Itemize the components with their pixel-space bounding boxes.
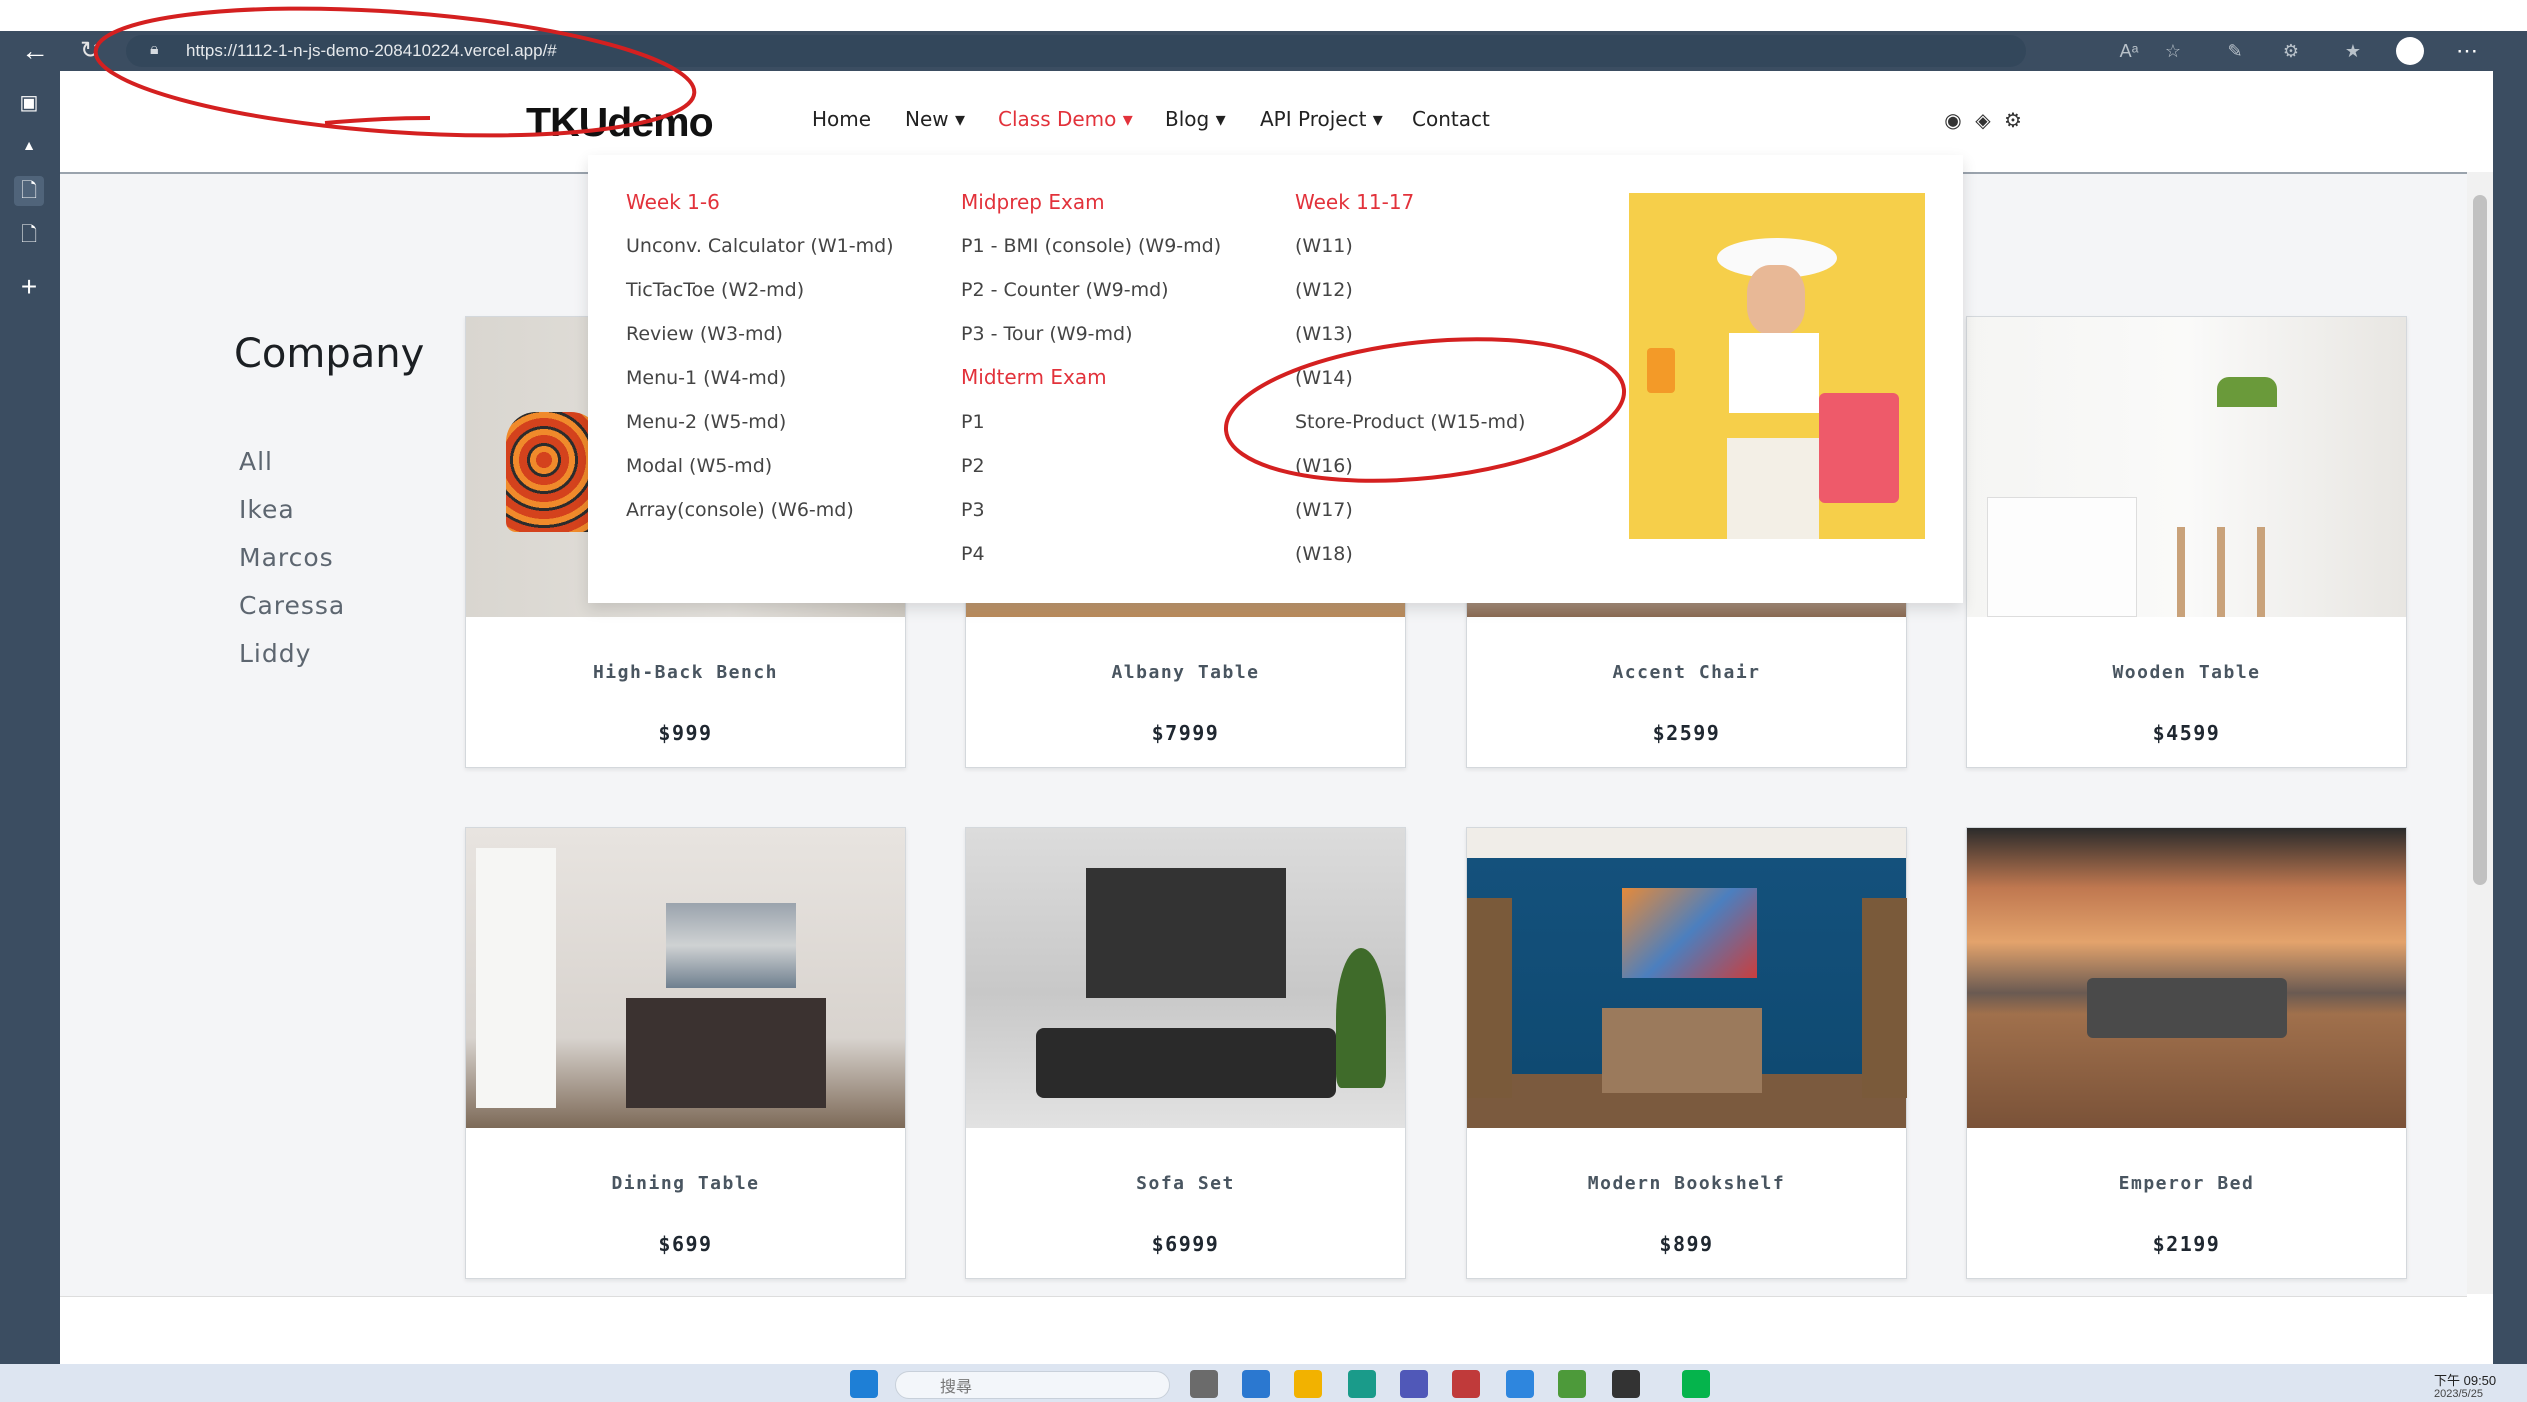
annotation-overlay [93,6,1627,483]
teams-icon[interactable] [1400,1370,1428,1398]
annotation-circle-w15 [1223,337,1627,483]
taskbar-search-placeholder: 搜尋 [940,1379,973,1396]
annotation-circle-url [93,6,697,138]
edge-icon[interactable] [1348,1370,1376,1398]
taskbar-time[interactable]: 下午 09:50 [2434,1370,2496,1389]
task-view-icon[interactable] [1190,1370,1218,1398]
line-icon[interactable] [1682,1370,1710,1398]
mail-icon[interactable] [1242,1370,1270,1398]
file-explorer-icon[interactable] [1294,1370,1322,1398]
annotation-stroke [324,116,431,125]
app-icon[interactable] [1558,1370,1586,1398]
vscode-icon[interactable] [1506,1370,1534,1398]
taskbar-date[interactable]: 2023/5/25 [2434,1388,2483,1400]
taskbar-search[interactable] [895,1371,1170,1399]
snipping-tool-icon[interactable] [1452,1370,1480,1398]
terminal-icon[interactable] [1612,1370,1640,1398]
start-icon[interactable] [850,1370,878,1398]
